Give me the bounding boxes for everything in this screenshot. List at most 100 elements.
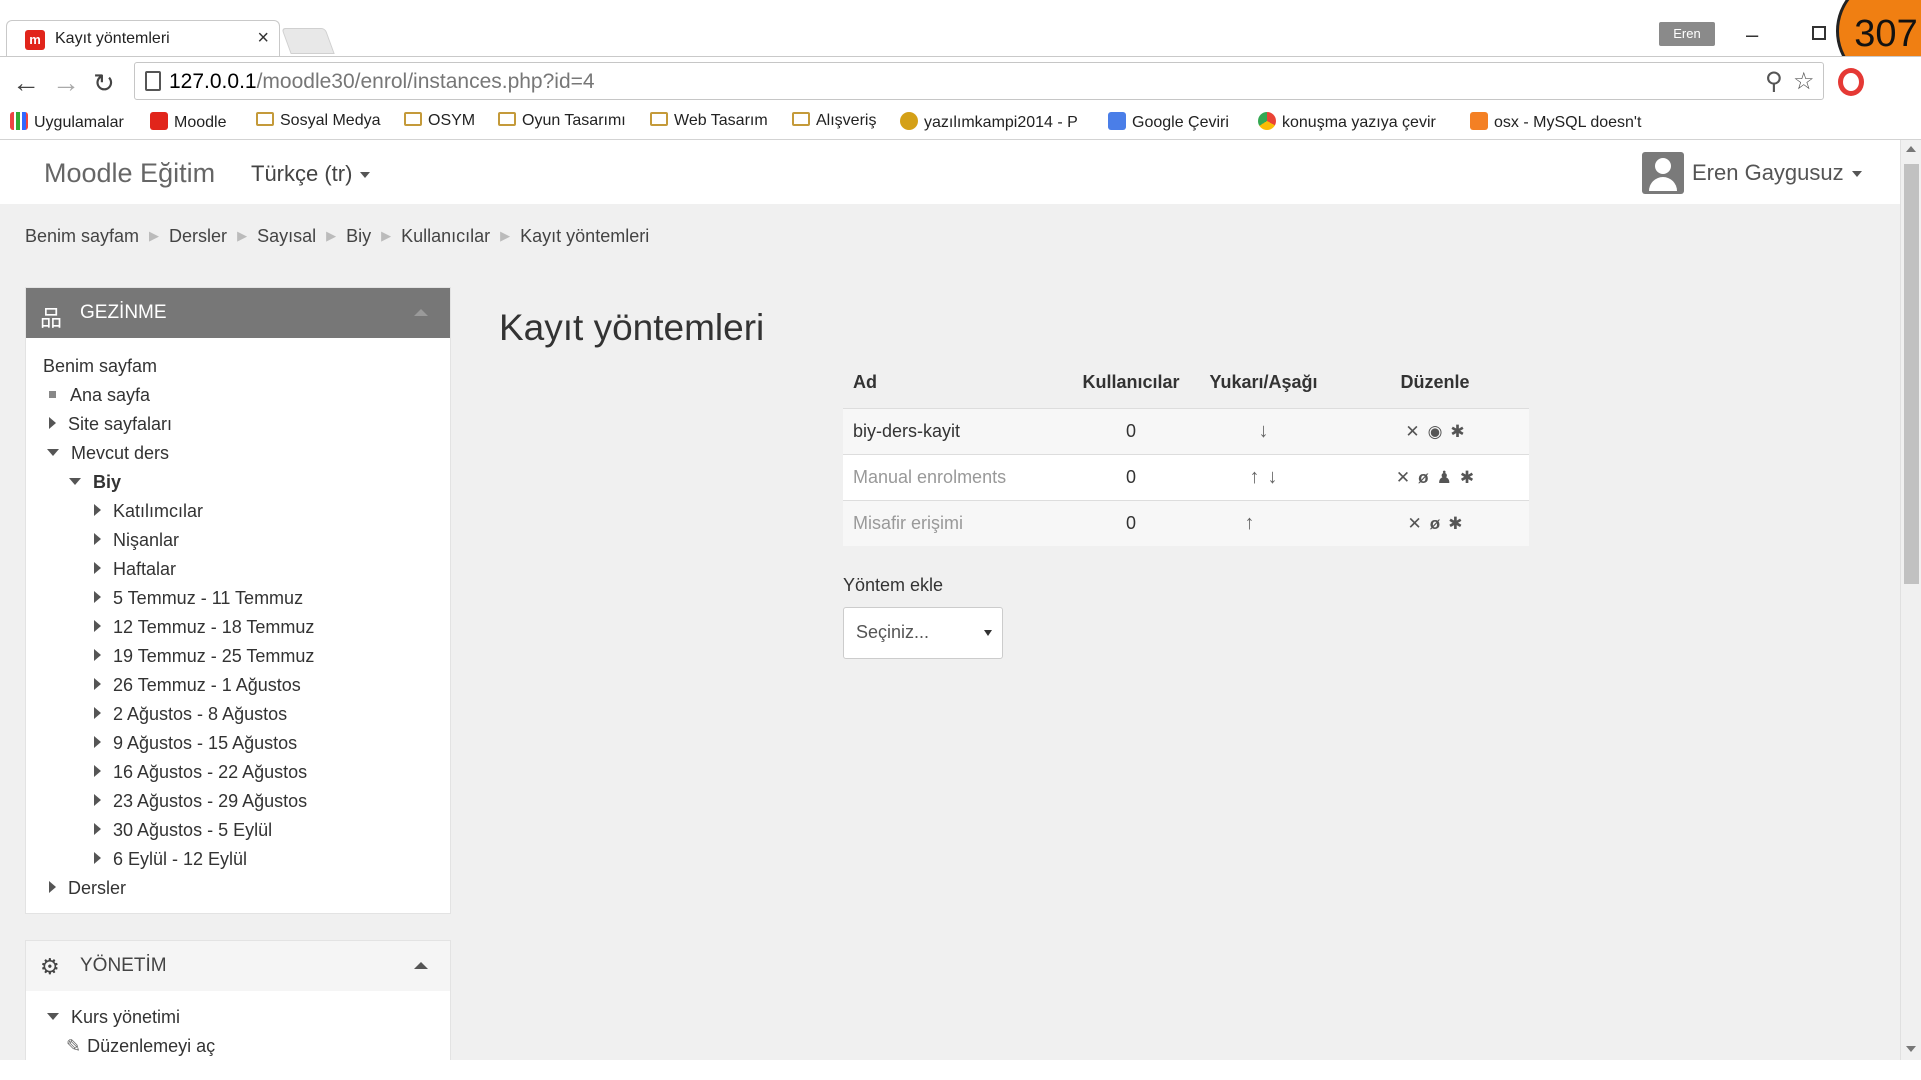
admin-item-duzenlemeyi-ac[interactable]: ✎ Düzenlemeyi aç xyxy=(66,1036,215,1057)
bookmark-star-icon[interactable]: ☆ xyxy=(1793,67,1815,96)
scroll-thumb[interactable] xyxy=(1904,164,1919,584)
nav-item-nisanlar[interactable]: Nişanlar xyxy=(94,530,179,551)
nav-item-week[interactable]: 5 Temmuz - 11 Temmuz xyxy=(94,588,303,609)
bookmark-konusma[interactable]: konuşma yazıya çevir xyxy=(1258,112,1436,132)
scroll-up-icon[interactable] xyxy=(1906,146,1916,152)
nav-item-week[interactable]: 26 Temmuz - 1 Ağustos xyxy=(94,675,301,696)
administration-block-header[interactable]: ⚙ YÖNETİM xyxy=(26,941,450,991)
site-brand[interactable]: Moodle Eğitim xyxy=(44,158,215,189)
nav-item-site-sayfalari[interactable]: Site sayfaları xyxy=(49,414,172,435)
nav-item-week[interactable]: 6 Eylül - 12 Eylül xyxy=(94,849,247,870)
breadcrumb-separator-icon: ▶ xyxy=(500,228,511,243)
nav-item-week[interactable]: 12 Temmuz - 18 Temmuz xyxy=(94,617,314,638)
minimize-icon[interactable]: – xyxy=(1746,22,1758,48)
method-name: biy-ders-kayit xyxy=(843,407,1076,454)
settings-icon[interactable]: ✱ xyxy=(1448,514,1462,534)
eye-slash-icon[interactable]: ø xyxy=(1430,514,1440,534)
expand-icon xyxy=(94,649,101,661)
forward-arrow-icon[interactable]: → xyxy=(52,67,80,99)
delete-icon[interactable]: ✕ xyxy=(1405,422,1419,442)
browser-tabstrip: m Kayıt yöntemleri × Eren – 307 xyxy=(0,0,1921,86)
tab-close-icon[interactable]: × xyxy=(257,27,269,50)
back-arrow-icon[interactable]: ← xyxy=(12,67,40,99)
breadcrumb-item[interactable]: Sayısal xyxy=(257,226,316,246)
bookmark-oyun-tasarimi[interactable]: Oyun Tasarımı xyxy=(498,112,626,130)
bookmark-yazilimkampi[interactable]: yazılımkampi2014 - P xyxy=(900,112,1078,132)
opera-extension-icon[interactable] xyxy=(1838,68,1864,96)
eye-icon[interactable]: ◉ xyxy=(1428,422,1443,442)
nav-item-week[interactable]: 16 Ağustos - 22 Ağustos xyxy=(94,762,307,783)
bookmark-apps[interactable]: Uygulamalar xyxy=(10,112,124,132)
tab-title: Kayıt yöntemleri xyxy=(55,30,170,47)
move-up-icon[interactable]: ↑ xyxy=(1250,466,1260,489)
bookmark-sosyal-medya[interactable]: Sosyal Medya xyxy=(256,112,381,130)
folder-icon xyxy=(792,112,810,126)
expand-icon xyxy=(94,852,101,864)
enrol-users-icon[interactable]: ♟ xyxy=(1437,468,1452,488)
avatar[interactable] xyxy=(1642,152,1684,194)
table-header-row: Ad Kullanıcılar Yukarı/Aşağı Düzenle xyxy=(843,358,1529,408)
nav-item-mevcut-ders[interactable]: Mevcut ders xyxy=(47,443,169,464)
eye-slash-icon[interactable]: ø xyxy=(1418,468,1428,488)
navigation-block-header[interactable]: 品 GEZİNME xyxy=(26,288,450,338)
expand-icon xyxy=(94,504,101,516)
expand-icon xyxy=(94,533,101,545)
restore-icon[interactable] xyxy=(1812,26,1826,40)
browser-tab[interactable]: m Kayıt yöntemleri × xyxy=(6,20,280,56)
nav-item-biy[interactable]: Biy xyxy=(69,472,121,493)
settings-icon[interactable]: ✱ xyxy=(1450,422,1464,442)
collapse-icon[interactable] xyxy=(414,962,428,969)
nav-item-haftalar[interactable]: Haftalar xyxy=(94,559,176,580)
scroll-down-icon[interactable] xyxy=(1906,1046,1916,1052)
nav-item-ana-sayfa[interactable]: Ana sayfa xyxy=(49,385,150,406)
breadcrumb-item[interactable]: Benim sayfam xyxy=(25,226,139,246)
address-bar[interactable]: 127.0.0.1/moodle30/enrol/instances.php?i… xyxy=(134,62,1824,100)
breadcrumb-current: Kayıt yöntemleri xyxy=(520,226,650,246)
language-menu[interactable]: Türkçe (tr) xyxy=(251,161,371,187)
bookmark-osym[interactable]: OSYM xyxy=(404,112,475,130)
page-scrollbar[interactable] xyxy=(1900,140,1921,1060)
method-name: Misafir erişimi xyxy=(843,499,1076,546)
nav-item-week[interactable]: 19 Temmuz - 25 Temmuz xyxy=(94,646,314,667)
bookmark-moodle[interactable]: Moodle xyxy=(150,112,226,132)
nav-item-week[interactable]: 23 Ağustos - 29 Ağustos xyxy=(94,791,307,812)
nav-item-dersler[interactable]: Dersler xyxy=(49,878,126,899)
nav-item-week[interactable]: 9 Ağustos - 15 Ağustos xyxy=(94,733,297,754)
bookmark-google-ceviri[interactable]: Google Çeviri xyxy=(1108,112,1229,132)
browser-toolbar: ← → ↻ 127.0.0.1/moodle30/enrol/instances… xyxy=(0,56,1921,106)
user-menu[interactable]: Eren Gaygusuz xyxy=(1692,160,1862,186)
new-tab-button[interactable] xyxy=(281,28,335,54)
move-up-icon[interactable]: ↑ xyxy=(1245,512,1255,535)
column-header-edit: Düzenle xyxy=(1400,372,1470,393)
nav-item-katilimcilar[interactable]: Katılımcılar xyxy=(94,501,203,522)
breadcrumb-separator-icon: ▶ xyxy=(326,228,337,243)
bullet-icon xyxy=(49,391,56,398)
zoom-icon[interactable]: ⚲ xyxy=(1765,67,1783,96)
bookmark-alisveris[interactable]: Alışveriş xyxy=(792,112,876,130)
expand-icon xyxy=(94,562,101,574)
profile-badge[interactable]: Eren xyxy=(1659,22,1715,46)
breadcrumb: Benim sayfam ▶ Dersler ▶ Sayısal ▶ Biy ▶ Kullanı… xyxy=(25,226,649,247)
moodle-favicon-icon: m xyxy=(25,30,45,50)
folder-icon xyxy=(256,112,274,126)
breadcrumb-item[interactable]: Biy xyxy=(346,226,371,246)
url-text[interactable]: 127.0.0.1/moodle30/enrol/instances.php?i… xyxy=(169,70,595,94)
nav-item-week[interactable]: 2 Ağustos - 8 Ağustos xyxy=(94,704,287,725)
folder-icon xyxy=(404,112,422,126)
delete-icon[interactable]: ✕ xyxy=(1396,468,1410,488)
gears-icon: ⚙ xyxy=(40,954,60,979)
reload-icon[interactable]: ↻ xyxy=(93,68,115,99)
delete-icon[interactable]: ✕ xyxy=(1408,514,1422,534)
collapse-icon[interactable] xyxy=(414,309,428,316)
nav-item-benim-sayfam[interactable]: Benim sayfam xyxy=(43,356,157,377)
admin-item-kurs-yonetimi[interactable]: Kurs yönetimi xyxy=(47,1007,180,1028)
bookmark-web-tasarim[interactable]: Web Tasarım xyxy=(650,112,768,130)
add-method-select[interactable]: Seçiniz... xyxy=(843,607,1003,659)
breadcrumb-item[interactable]: Dersler xyxy=(169,226,227,246)
settings-icon[interactable]: ✱ xyxy=(1460,468,1474,488)
move-down-icon[interactable]: ↓ xyxy=(1259,420,1269,443)
nav-item-week[interactable]: 30 Ağustos - 5 Eylül xyxy=(94,820,272,841)
bookmark-osx-mysql[interactable]: osx - MySQL doesn't xyxy=(1470,112,1641,132)
move-down-icon[interactable]: ↓ xyxy=(1268,466,1278,489)
breadcrumb-item[interactable]: Kullanıcılar xyxy=(401,226,490,246)
